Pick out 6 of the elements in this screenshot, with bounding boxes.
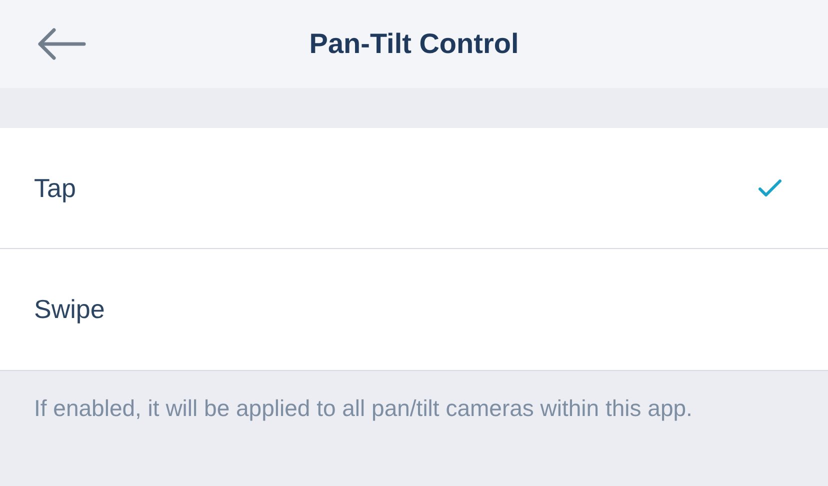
page-title: Pan-Tilt Control [309, 27, 519, 61]
back-arrow-icon [36, 27, 86, 61]
option-row[interactable]: Swipe [0, 248, 828, 370]
footer-note: If enabled, it will be applied to all pan/tilt cameras within this app. [33, 394, 694, 423]
option-row[interactable]: Tap [0, 128, 828, 248]
back-button[interactable] [36, 26, 88, 62]
